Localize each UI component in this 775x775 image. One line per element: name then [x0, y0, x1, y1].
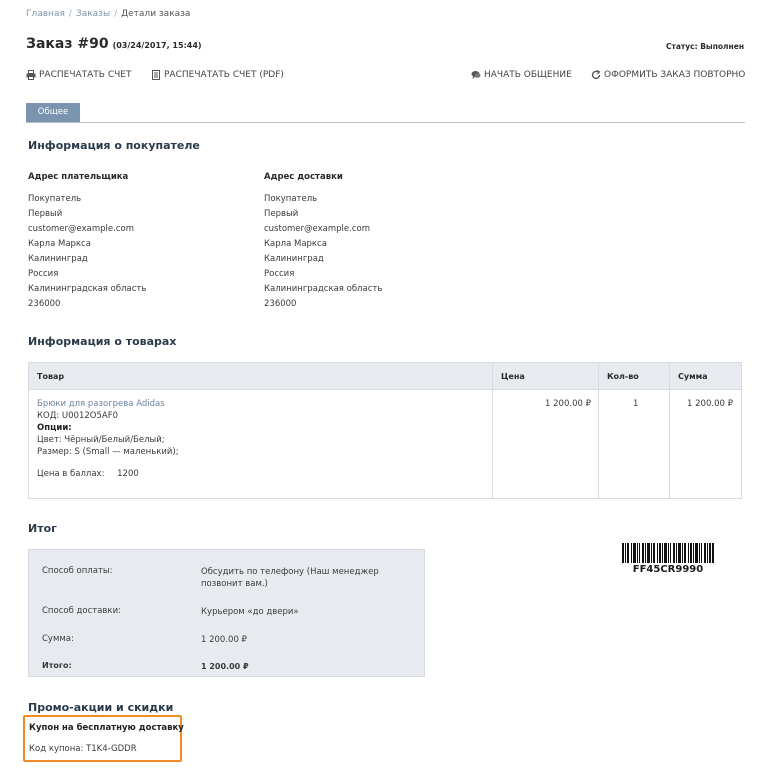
shipping-address: Покупатель Первый customer@example.com К… [264, 192, 382, 312]
shipping-method-label: Способ доставки: [42, 606, 121, 616]
column-divider [598, 363, 599, 498]
shipping-first-name: Покупатель [264, 194, 318, 204]
order-status: Статус: Выполнен [666, 42, 744, 51]
subtotal-label: Сумма: [42, 634, 74, 644]
summary-panel: Способ оплаты: Обсудить по телефону (Наш… [28, 549, 425, 677]
product-details: Брюки для разогрева Adidas КОД: U0012O5A… [37, 398, 179, 480]
print-invoice-pdf-label: РАСПЕЧАТАТЬ СЧЕТ (PDF) [164, 70, 284, 80]
product-price: 1 200.00 ₽ [545, 399, 591, 409]
product-name-link[interactable]: Брюки для разогрева Adidas [37, 398, 179, 410]
points-label: Цена в баллах: [37, 469, 105, 479]
billing-zip: 236000 [28, 299, 61, 309]
summary-heading: Итог [28, 522, 57, 535]
products-info-heading: Информация о товарах [28, 335, 177, 348]
shipping-zip: 236000 [264, 299, 297, 309]
billing-address-heading: Адрес плательщика [28, 172, 129, 182]
product-option-color: Цвет: Чёрный/Белый/Белый; [37, 435, 165, 445]
product-qty: 1 [633, 399, 639, 409]
product-options-label: Опции: [37, 423, 72, 433]
print-invoice-label: РАСПЕЧАТАТЬ СЧЕТ [39, 70, 132, 80]
billing-email: customer@example.com [28, 224, 134, 234]
breadcrumb-separator: / [114, 9, 118, 19]
print-invoice-button[interactable]: РАСПЕЧАТАТЬ СЧЕТ [26, 70, 131, 80]
column-header-product: Товар [37, 372, 65, 381]
column-divider [669, 363, 670, 498]
start-chat-label: НАЧАТЬ ОБЩЕНИЕ [484, 70, 572, 80]
promo-heading: Промо-акции и скидки [28, 701, 174, 714]
tab-general[interactable]: Общее [26, 103, 80, 122]
points-value: 1200 [117, 469, 139, 479]
breadcrumb-home-link[interactable]: Главная [26, 9, 65, 19]
reorder-button[interactable]: ОФОРМИТЬ ЗАКАЗ ПОВТОРНО [591, 70, 745, 80]
billing-city: Калининград [28, 254, 88, 264]
coupon-highlight-box: Купон на бесплатную доставку Код купона:… [23, 715, 184, 762]
billing-address: Покупатель Первый customer@example.com К… [28, 192, 146, 312]
coupon-title: Купон на бесплатную доставку [29, 723, 184, 733]
chat-icon [471, 71, 481, 79]
shipping-city: Калининград [264, 254, 324, 264]
billing-country: Россия [28, 269, 59, 279]
total-value: 1 200.00 ₽ [201, 662, 249, 671]
shipping-country: Россия [264, 269, 295, 279]
billing-last-name: Первый [28, 209, 63, 219]
products-table-header: Товар Цена Кол-во Сумма [29, 363, 741, 390]
payment-method-value: Обсудить по телефону (Наш менеджер позво… [201, 567, 379, 589]
subtotal-value: 1 200.00 ₽ [201, 635, 247, 645]
shipping-method-value: Курьером «до двери» [201, 607, 299, 617]
document-icon [152, 70, 160, 80]
tab-divider [26, 122, 745, 123]
product-total: 1 200.00 ₽ [687, 399, 733, 409]
shipping-street: Карла Маркса [264, 239, 327, 249]
product-code: КОД: U0012O5AF0 [37, 411, 118, 421]
reorder-label: ОФОРМИТЬ ЗАКАЗ ПОВТОРНО [604, 70, 746, 80]
column-header-total: Сумма [678, 372, 708, 381]
billing-first-name: Покупатель [28, 194, 82, 204]
product-points-price: Цена в баллах: 1200 [37, 468, 179, 480]
billing-region: Калининградская область [28, 284, 147, 294]
page-title: Заказ #90 (03/24/2017, 15:44) [26, 36, 202, 52]
column-header-qty: Кол-во [607, 372, 639, 381]
breadcrumb-orders-link[interactable]: Заказы [76, 9, 110, 19]
column-header-price: Цена [501, 372, 525, 381]
product-option-size: Размер: S (Small — маленький); [37, 447, 179, 457]
billing-street: Карла Маркса [28, 239, 91, 249]
shipping-email: customer@example.com [264, 224, 370, 234]
total-label: Итого: [42, 661, 72, 670]
payment-method-label: Способ оплаты: [42, 566, 113, 576]
shipping-region: Калининградская область [264, 284, 383, 294]
order-date: (03/24/2017, 15:44) [112, 41, 202, 50]
products-table: Товар Цена Кол-во Сумма Брюки для разогр… [28, 362, 742, 499]
breadcrumb-separator: / [68, 9, 72, 19]
shipping-address-heading: Адрес доставки [264, 172, 343, 182]
start-chat-button[interactable]: НАЧАТЬ ОБЩЕНИЕ [471, 70, 572, 80]
printer-icon [26, 70, 36, 80]
breadcrumb: Главная / Заказы / Детали заказа [26, 9, 190, 19]
refresh-icon [591, 70, 601, 79]
coupon-code: Код купона: T1K4-GDDR [29, 744, 137, 754]
order-number: Заказ #90 [26, 36, 109, 52]
customer-info-heading: Информация о покупателе [28, 139, 200, 152]
column-divider [492, 363, 493, 498]
breadcrumb-current: Детали заказа [121, 9, 191, 19]
summary-list: Способ оплаты: Обсудить по телефону (Наш… [34, 555, 419, 671]
print-invoice-pdf-button[interactable]: РАСПЕЧАТАТЬ СЧЕТ (PDF) [151, 70, 284, 80]
shipping-last-name: Первый [264, 209, 299, 219]
barcode-number: FF45CR9990 [632, 564, 704, 575]
